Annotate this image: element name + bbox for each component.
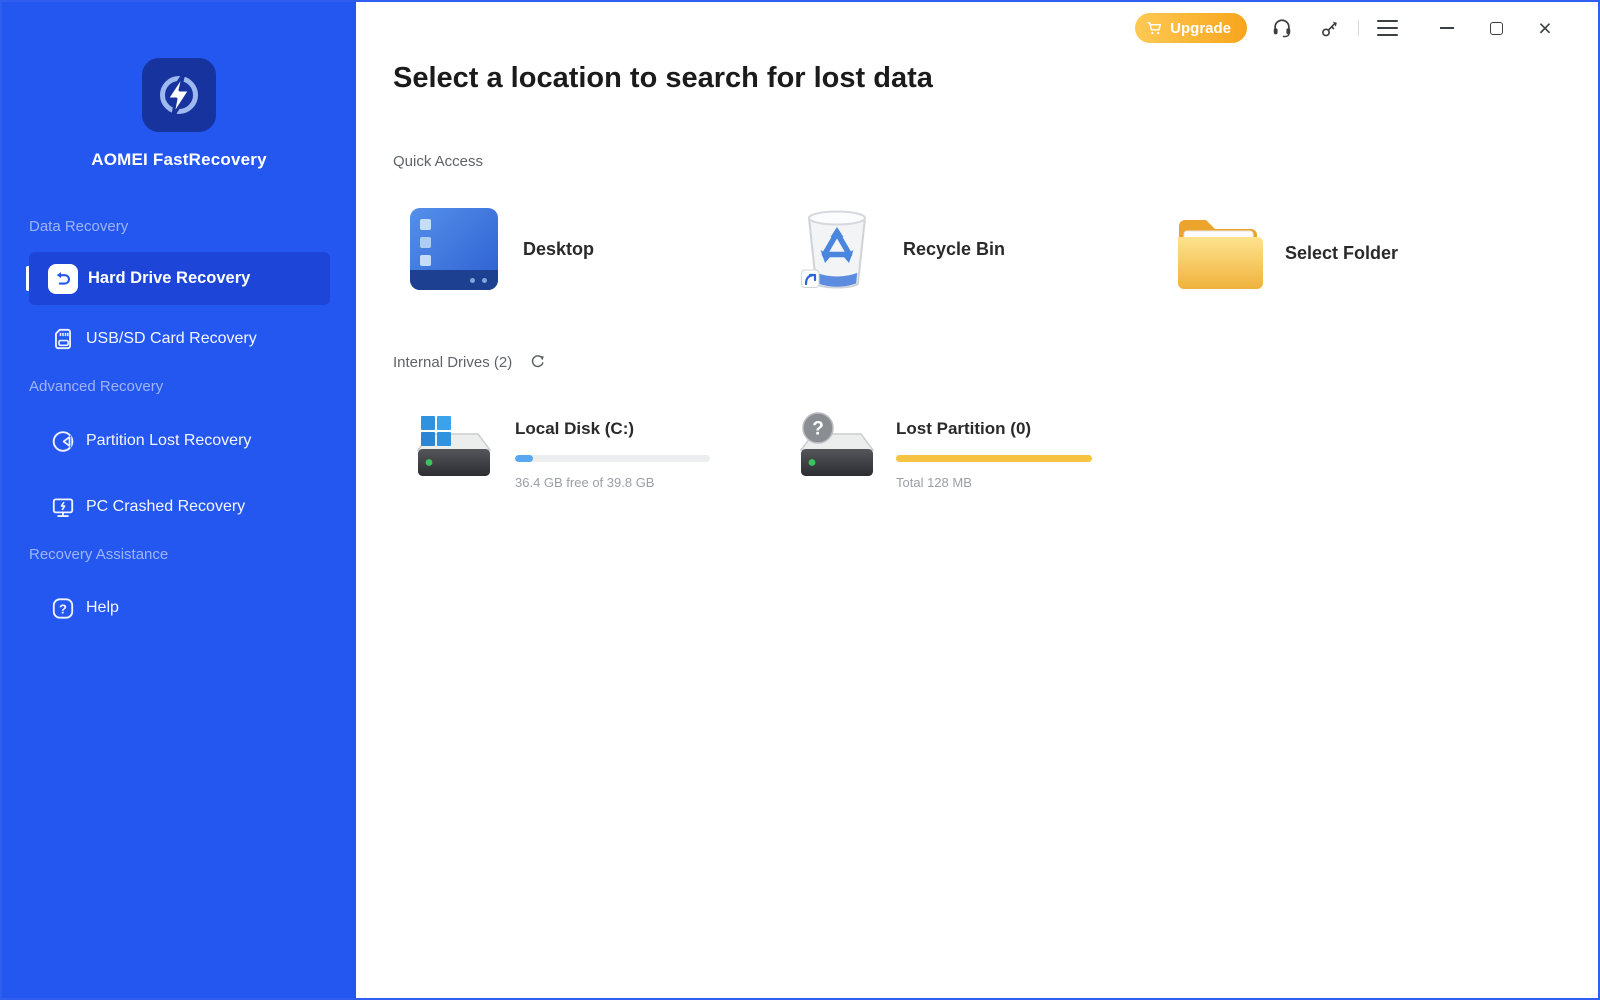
quick-access-label: Quick Access bbox=[393, 153, 484, 170]
close-icon: × bbox=[1538, 14, 1552, 41]
upgrade-button-label: Upgrade bbox=[1170, 19, 1231, 37]
svg-text:?: ? bbox=[59, 601, 67, 616]
sidebar-item-label: PC Crashed Recovery bbox=[86, 498, 246, 515]
page-title: Select a location to search for lost dat… bbox=[393, 62, 933, 94]
drive-detail: Total 128 MB bbox=[896, 475, 972, 490]
section-label-recovery-assistance: Recovery Assistance bbox=[29, 546, 169, 563]
desktop-icon bbox=[410, 208, 498, 290]
sidebar-item-help[interactable]: ? Help bbox=[29, 585, 330, 631]
undo-arrow-icon bbox=[48, 263, 78, 294]
app-logo bbox=[142, 58, 216, 132]
menu-icon[interactable] bbox=[1377, 20, 1398, 36]
sidebar-item-label: Help bbox=[86, 599, 119, 616]
app-name: AOMEI FastRecovery bbox=[91, 150, 267, 169]
sd-card-icon bbox=[50, 326, 76, 352]
section-label-data-recovery: Data Recovery bbox=[29, 218, 129, 235]
question-icon: ? bbox=[50, 595, 76, 621]
internal-drives-label-text: Internal Drives (2) bbox=[393, 354, 513, 371]
maximize-button[interactable] bbox=[1481, 13, 1511, 43]
drive-name: Lost Partition (0) bbox=[896, 419, 1032, 438]
drive-local-disk-c[interactable]: Local Disk (C:) 36.4 GB free of 39.8 GB bbox=[414, 410, 710, 490]
drive-usage-bar-fill bbox=[515, 455, 533, 462]
section-label-advanced-recovery: Advanced Recovery bbox=[29, 378, 164, 395]
drive-name: Local Disk (C:) bbox=[515, 419, 635, 438]
sidebar-item-label: USB/SD Card Recovery bbox=[86, 330, 257, 347]
hard-drive-unknown-icon: ? bbox=[797, 410, 877, 482]
minimize-button[interactable] bbox=[1432, 13, 1462, 43]
titlebar: Upgrade × bbox=[356, 2, 1598, 54]
sidebar-item-pc-crashed-recovery[interactable]: PC Crashed Recovery bbox=[29, 484, 330, 530]
internal-drives-label: Internal Drives (2) bbox=[393, 354, 545, 373]
quick-access-desktop[interactable]: Desktop bbox=[410, 208, 594, 290]
drive-usage-bar-fill bbox=[896, 455, 1092, 462]
sidebar-item-label: Hard Drive Recovery bbox=[88, 269, 251, 287]
titlebar-divider bbox=[1358, 20, 1359, 36]
drive-lost-partition[interactable]: ? Lost Partition (0) Total 128 MB bbox=[797, 410, 1092, 490]
quick-access-recycle-bin[interactable]: Recycle Bin bbox=[798, 204, 1005, 294]
key-icon[interactable] bbox=[1319, 18, 1340, 39]
hard-drive-windows-icon bbox=[414, 410, 494, 482]
sidebar-item-hard-drive-recovery[interactable]: Hard Drive Recovery bbox=[29, 252, 330, 305]
upgrade-button[interactable]: Upgrade bbox=[1135, 13, 1247, 43]
refresh-icon[interactable] bbox=[530, 354, 545, 373]
drive-detail: 36.4 GB free of 39.8 GB bbox=[515, 475, 655, 490]
recycle-bin-icon bbox=[798, 204, 876, 294]
sidebar: AOMEI FastRecovery Data Recovery Hard Dr… bbox=[2, 2, 356, 998]
partition-icon bbox=[50, 428, 76, 454]
folder-icon bbox=[1173, 212, 1263, 294]
lightning-bolt-icon bbox=[160, 71, 198, 119]
sidebar-item-partition-lost-recovery[interactable]: Partition Lost Recovery bbox=[29, 418, 330, 464]
sidebar-item-usb-sd-card-recovery[interactable]: USB/SD Card Recovery bbox=[29, 316, 330, 362]
crashed-pc-icon bbox=[50, 494, 76, 520]
svg-text:?: ? bbox=[812, 419, 824, 440]
headset-icon[interactable] bbox=[1271, 17, 1293, 39]
sidebar-item-label: Partition Lost Recovery bbox=[86, 432, 252, 449]
app-window: AOMEI FastRecovery Data Recovery Hard Dr… bbox=[0, 0, 1600, 1000]
maximize-icon bbox=[1489, 21, 1503, 35]
quick-access-label-select-folder: Select Folder bbox=[1285, 242, 1399, 263]
quick-access-label-desktop: Desktop bbox=[523, 238, 595, 259]
minimize-icon bbox=[1440, 27, 1454, 29]
drive-usage-bar bbox=[896, 455, 1092, 462]
quick-access-label-recycle-bin: Recycle Bin bbox=[903, 238, 1006, 259]
drive-usage-bar bbox=[515, 455, 710, 462]
close-button[interactable]: × bbox=[1530, 13, 1560, 43]
quick-access-select-folder[interactable]: Select Folder bbox=[1173, 212, 1398, 294]
cart-icon bbox=[1147, 21, 1163, 36]
